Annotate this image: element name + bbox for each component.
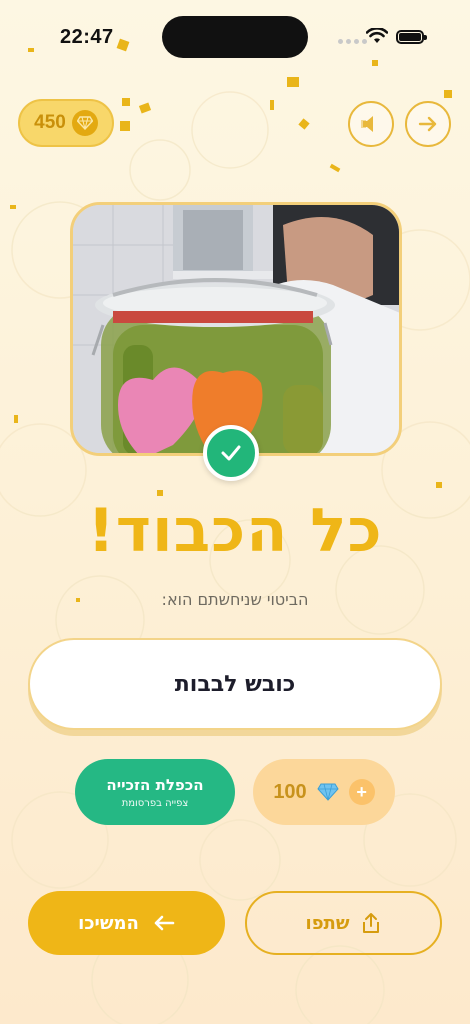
cellular-signal-icon [338,39,367,44]
answer-intro: הביטוי שניחשתם הוא: [161,590,309,609]
speaker-icon [361,116,373,132]
next-button[interactable] [405,101,451,147]
answer-card: כובש לבבות [28,638,442,730]
checkmark-icon [221,445,241,461]
continue-button[interactable]: המשיכו [28,891,225,955]
double-reward-button[interactable]: הכפלת הזכייה צפייה בפרסומת [75,759,235,825]
diamond-icon [71,110,98,136]
arrow-right-icon [418,116,437,132]
diamond-icon [317,783,339,801]
gem-count: 450 [34,112,66,133]
answer-text: כובש לבבות [174,671,296,697]
buy-gems-button[interactable]: 100 + [253,759,395,825]
buy-gems-amount: 100 [273,780,307,803]
status-time: 22:47 [60,26,114,48]
gem-balance[interactable]: 450 [18,99,114,147]
pickle-jar-photo [73,205,399,453]
share-button[interactable]: שתפו [245,891,442,955]
double-reward-subtitle: צפייה בפרסומת [121,797,189,809]
share-label: שתפו [305,912,350,934]
plus-icon: + [348,779,375,805]
success-headline: כל הכבוד! [87,496,383,566]
arrow-left-icon [154,915,175,931]
dynamic-island [162,16,308,58]
sound-button[interactable] [348,101,394,147]
battery-icon [396,30,427,44]
share-icon [363,913,380,933]
wifi-icon [366,28,388,43]
continue-label: המשיכו [78,912,139,934]
double-reward-title: הכפלת הזכייה [106,775,204,794]
puzzle-photo [70,202,402,456]
correct-check-badge [203,425,259,481]
